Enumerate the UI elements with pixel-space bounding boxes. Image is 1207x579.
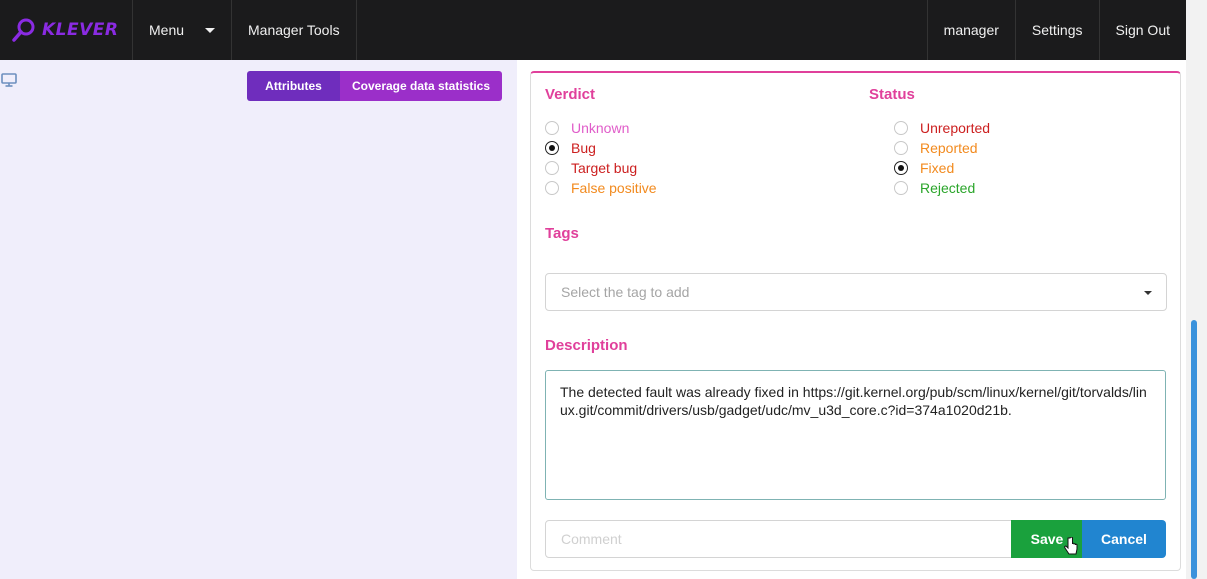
settings-link[interactable]: Settings — [1014, 0, 1099, 60]
verdict-title: Verdict — [545, 86, 596, 103]
tags-title: Tags — [545, 225, 579, 242]
menu-label: Menu — [149, 22, 185, 38]
sign-out-label: Sign Out — [1115, 22, 1170, 38]
verdict-option-unknown[interactable]: Unknown — [545, 118, 629, 138]
tab-attributes[interactable]: Attributes — [247, 71, 340, 101]
hand-pointer-cursor-icon — [1064, 537, 1078, 555]
radio-button[interactable] — [894, 161, 908, 175]
radio-button[interactable] — [545, 161, 559, 175]
radio-button[interactable] — [545, 181, 559, 195]
status-option-fixed[interactable]: Fixed — [894, 158, 954, 178]
settings-label: Settings — [1031, 22, 1083, 38]
top-navbar: KLEVER Menu Manager Tools manager Settin… — [0, 0, 1186, 60]
status-title: Status — [869, 86, 915, 103]
caret-down-icon — [1144, 291, 1152, 295]
magnifier-logo-icon — [12, 18, 35, 42]
user-link[interactable]: manager — [926, 0, 1015, 60]
verdict-label: Bug — [571, 140, 596, 156]
logo-text: KLEVER — [42, 20, 119, 40]
radio-button[interactable] — [894, 181, 908, 195]
left-panel: Attributes Coverage data statistics — [0, 60, 517, 579]
status-label: Reported — [920, 140, 978, 156]
status-label: Unreported — [920, 120, 991, 136]
logo[interactable]: KLEVER — [0, 0, 133, 60]
radio-button[interactable] — [894, 141, 908, 155]
cancel-button[interactable]: Cancel — [1082, 520, 1166, 558]
monitor-icon[interactable] — [1, 72, 17, 88]
tab-coverage-data-statistics[interactable]: Coverage data statistics — [340, 71, 502, 101]
comment-input[interactable] — [545, 520, 1013, 558]
verdict-label: False positive — [571, 180, 657, 196]
tag-select-dropdown[interactable]: Select the tag to add — [545, 273, 1167, 311]
view-tabs: Attributes Coverage data statistics — [247, 71, 502, 101]
verdict-label: Unknown — [571, 120, 630, 136]
status-option-unreported[interactable]: Unreported — [894, 118, 990, 138]
tag-select-placeholder: Select the tag to add — [561, 284, 690, 300]
verdict-label: Target bug — [571, 160, 638, 176]
verdict-option-false-positive[interactable]: False positive — [545, 178, 657, 198]
radio-button[interactable] — [545, 121, 559, 135]
status-option-rejected[interactable]: Rejected — [894, 178, 975, 198]
page-scrollbar-thumb[interactable] — [1191, 320, 1197, 579]
verdict-option-bug[interactable]: Bug — [545, 138, 596, 158]
mark-form-card: Verdict Status Unknown Bug Target bug Fa… — [530, 71, 1181, 571]
status-label: Fixed — [920, 160, 955, 176]
radio-button[interactable] — [545, 141, 559, 155]
description-title: Description — [545, 337, 628, 354]
sign-out-link[interactable]: Sign Out — [1098, 0, 1186, 60]
caret-down-icon — [205, 27, 215, 33]
user-label: manager — [943, 22, 999, 38]
menu-dropdown[interactable]: Menu — [133, 0, 232, 60]
radio-button[interactable] — [894, 121, 908, 135]
status-option-reported[interactable]: Reported — [894, 138, 978, 158]
status-label: Rejected — [920, 180, 976, 196]
description-textarea[interactable]: The detected fault was already fixed in … — [545, 370, 1166, 500]
manager-tools-link[interactable]: Manager Tools — [232, 0, 357, 60]
manager-tools-label: Manager Tools — [248, 22, 340, 38]
verdict-option-target-bug[interactable]: Target bug — [545, 158, 637, 178]
